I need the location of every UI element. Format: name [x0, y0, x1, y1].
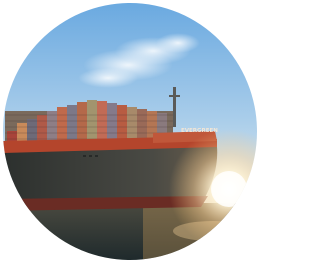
image-frame: EVERGREEN	[0, 0, 260, 263]
container-ship-photo: EVERGREEN	[3, 3, 257, 260]
